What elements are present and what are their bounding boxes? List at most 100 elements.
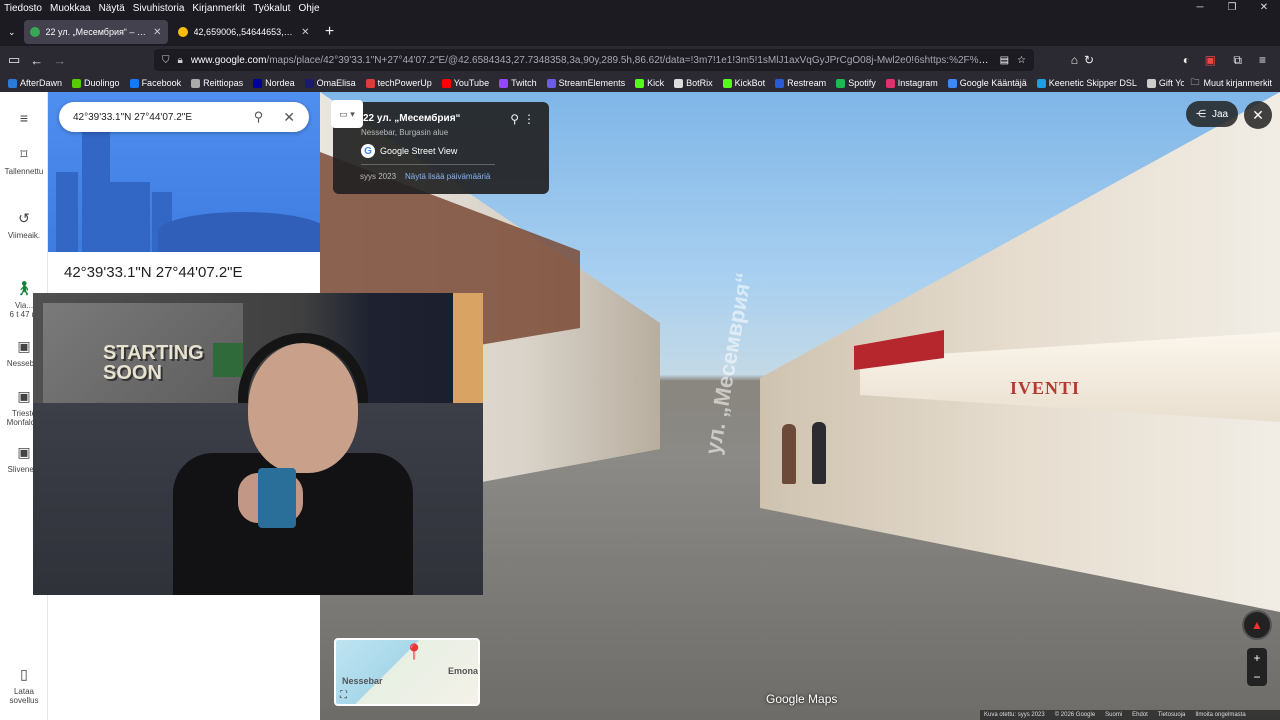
thumbnail-dropdown[interactable]: ▭ ▾ (331, 100, 363, 128)
bookmark-item[interactable]: Restream (775, 78, 826, 88)
clear-search-icon[interactable]: ✕ (283, 109, 295, 126)
street-title: 22 ул. „Месембрия“ (363, 113, 461, 124)
expand-icon[interactable]: ⛶ (340, 690, 354, 704)
bookmark-label: AfterDawn (20, 78, 63, 88)
bookmark-item[interactable]: StreamElements (546, 78, 625, 88)
tab-close-icon[interactable]: ✕ (153, 27, 161, 38)
back-icon[interactable]: ← (30, 53, 43, 68)
pedestrian (812, 422, 826, 484)
url-bar[interactable]: ⛉ 🔒︎ www.google.com/maps/place/42°39'33.… (154, 49, 1034, 71)
home-icon[interactable]: ⌂ (1071, 53, 1078, 67)
menu-item[interactable]: Ohje (298, 3, 319, 14)
history-icon: ↺ (18, 210, 30, 226)
bookmark-item[interactable]: KickBot (722, 78, 766, 88)
lock-icon[interactable]: 🔒︎ (178, 55, 183, 66)
menu-item[interactable]: Näytä (99, 3, 125, 14)
close-window-button[interactable]: ✕ (1248, 0, 1280, 16)
bookmark-favicon-icon (1146, 78, 1156, 88)
url-text[interactable]: www.google.com/maps/place/42°39'33.1"N+2… (191, 55, 992, 66)
menu-item[interactable]: Tiedosto (4, 3, 42, 14)
restore-button[interactable]: ❐ (1216, 0, 1248, 16)
bookmark-item[interactable]: AfterDawn (8, 78, 62, 88)
zoom-out-button[interactable]: − (1253, 670, 1260, 684)
bookmark-item[interactable]: BotRix (674, 78, 713, 88)
bookmark-label: Twitch (511, 78, 537, 88)
minimize-button[interactable]: ─ (1184, 0, 1216, 16)
tab-google[interactable]: 42,659006,,54644653,3 – Google ✕ (172, 20, 316, 44)
bookmark-label: KickBot (734, 78, 766, 88)
menu-item[interactable]: Sivuhistoria (133, 3, 185, 14)
bookmark-label: Kick (647, 78, 665, 88)
rail-download-app[interactable]: ▯ Lataa sovellus (0, 666, 48, 705)
attribution-item: Kuva otettu: syys 2023 (984, 712, 1045, 718)
tab-list-button[interactable]: ⌄ (4, 20, 20, 44)
shop-sign: IVENTI (1010, 378, 1081, 398)
window-controls: ─ ❐ ✕ (1184, 0, 1280, 16)
pedestrian (782, 424, 796, 484)
rail-saved[interactable]: ⌑ Tallennettu (0, 146, 48, 176)
bookmark-item[interactable]: Spotify (836, 78, 876, 88)
bookmark-item[interactable]: Kick (635, 78, 664, 88)
search-input[interactable] (73, 111, 246, 123)
bookmark-item[interactable]: OmaElisa (304, 78, 356, 88)
bookmark-label: OmaElisa (316, 78, 356, 88)
bookmark-item[interactable]: Keenetic Skipper DSL (1036, 78, 1137, 88)
zoom-in-button[interactable]: + (1253, 651, 1260, 665)
tab-close-icon[interactable]: ✕ (301, 27, 309, 38)
search-icon[interactable]: ⚲ (254, 109, 264, 125)
source-label: Google Street View (380, 146, 458, 156)
menu-button[interactable]: ≡ (0, 110, 48, 130)
bookmark-favicon-icon (885, 78, 895, 88)
search-box[interactable]: ⚲ ✕ (59, 102, 309, 132)
shield-icon[interactable]: ⛉ (162, 55, 170, 66)
share-button[interactable]: ⋲ Jaa (1186, 101, 1238, 127)
menu-icon[interactable]: ≡ (1259, 53, 1266, 67)
extension-badge-icon[interactable]: ▣ (1205, 53, 1216, 67)
minimap-label: Emona (448, 666, 479, 676)
tab-maps[interactable]: 22 ул. „Месембрия“ – Google Maps ✕ (23, 20, 168, 44)
compass-icon[interactable]: ▲ (1242, 610, 1272, 640)
bookmark-label: techPowerUp (377, 78, 432, 88)
extensions-icon[interactable]: ⧉ (1233, 53, 1242, 68)
new-tab-button[interactable]: + (320, 23, 340, 41)
sidebar-toggle-icon[interactable]: ▭ (8, 52, 20, 68)
bookmark-item[interactable]: techPowerUp (365, 78, 432, 88)
more-options-icon[interactable]: ⋮ (523, 112, 535, 126)
bookmark-item[interactable]: Reittiopas (191, 78, 243, 88)
rail-recent[interactable]: ↺ Viimeaik. (0, 210, 48, 240)
forward-icon[interactable]: → (53, 53, 66, 68)
bookmark-item[interactable]: Facebook (129, 78, 181, 88)
account-icon[interactable]: ◐ (1183, 53, 1190, 67)
webcam-overlay: STARTING SOON (33, 293, 483, 595)
more-dates-link[interactable]: Näytä lisää päivämääriä (405, 172, 490, 181)
attribution-item: © 2026 Google (1054, 712, 1096, 718)
other-bookmarks-button[interactable]: 🗀︎ Muut kirjanmerkit (1184, 74, 1272, 92)
street-name-overlay: ул. „Месемврия“ (700, 270, 757, 457)
bookmark-item[interactable]: Instagram (885, 78, 938, 88)
bookmark-item[interactable]: Nordea (253, 78, 295, 88)
bookmark-item[interactable]: Google Kääntäjä (947, 78, 1027, 88)
bookmark-item[interactable]: Duolingo (72, 78, 120, 88)
menu-item[interactable]: Kirjanmerkit (192, 3, 245, 14)
reload-icon[interactable]: ↻ (1084, 53, 1094, 67)
attribution-item[interactable]: Suomi (1105, 712, 1122, 718)
location-pin-icon[interactable]: ⚲ (510, 112, 519, 126)
attribution-item[interactable]: Ehdot (1132, 712, 1148, 718)
close-street-view-button[interactable]: ✕ (1244, 101, 1272, 129)
minimap[interactable]: 📍︎ Nessebar Emona ⛶ (334, 638, 480, 706)
bookmark-label: Google Kääntäjä (959, 78, 1027, 88)
bookmark-item[interactable]: YouTube (441, 78, 489, 88)
bookmark-star-icon[interactable]: ☆ (1017, 55, 1026, 66)
capture-date: syys 2023 (360, 172, 397, 181)
bookmark-label: Nordea (265, 78, 295, 88)
tab-title: 22 ул. „Месембрия“ – Google Maps (45, 27, 148, 37)
attribution-bar: Kuva otettu: syys 2023 © 2026 Google Suomi… (980, 710, 1280, 720)
attribution-item[interactable]: Ilmoita ongelmasta (1195, 712, 1245, 718)
reader-icon[interactable]: ▤ (1000, 55, 1009, 66)
menu-item[interactable]: Työkalut (253, 3, 290, 14)
rail-label: Tallennettu (4, 167, 44, 176)
bookmark-item[interactable]: Twitch (499, 78, 537, 88)
menu-item[interactable]: Muokkaa (50, 3, 91, 14)
tab-bar: ⌄ 22 ул. „Месембрия“ – Google Maps ✕ 42,… (0, 18, 1280, 46)
attribution-item[interactable]: Tietosuoja (1158, 712, 1185, 718)
